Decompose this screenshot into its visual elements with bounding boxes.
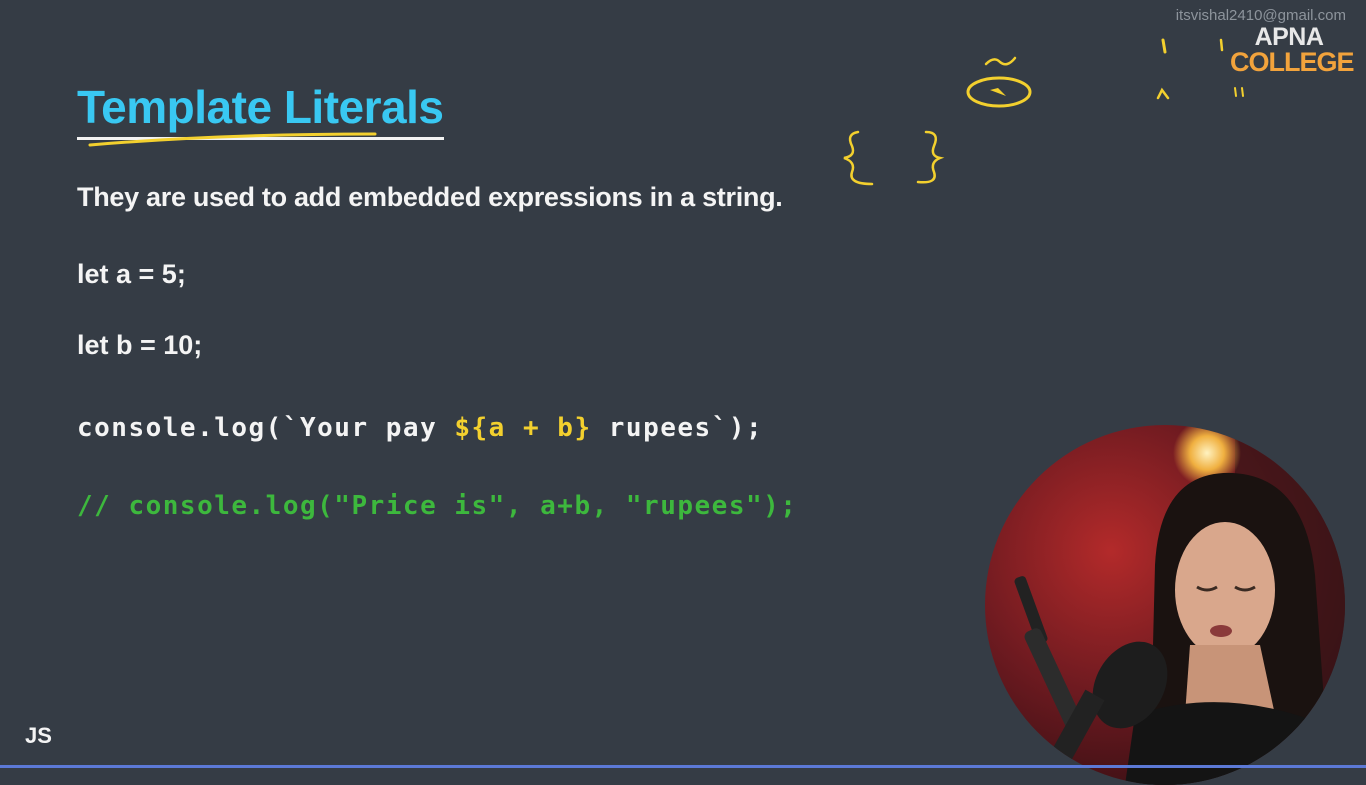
presenter-webcam	[985, 425, 1345, 785]
slide: itsvishal2410@gmail.com APNA COLLEGE Tem…	[0, 0, 1366, 785]
presenter-video-frame	[985, 425, 1345, 785]
